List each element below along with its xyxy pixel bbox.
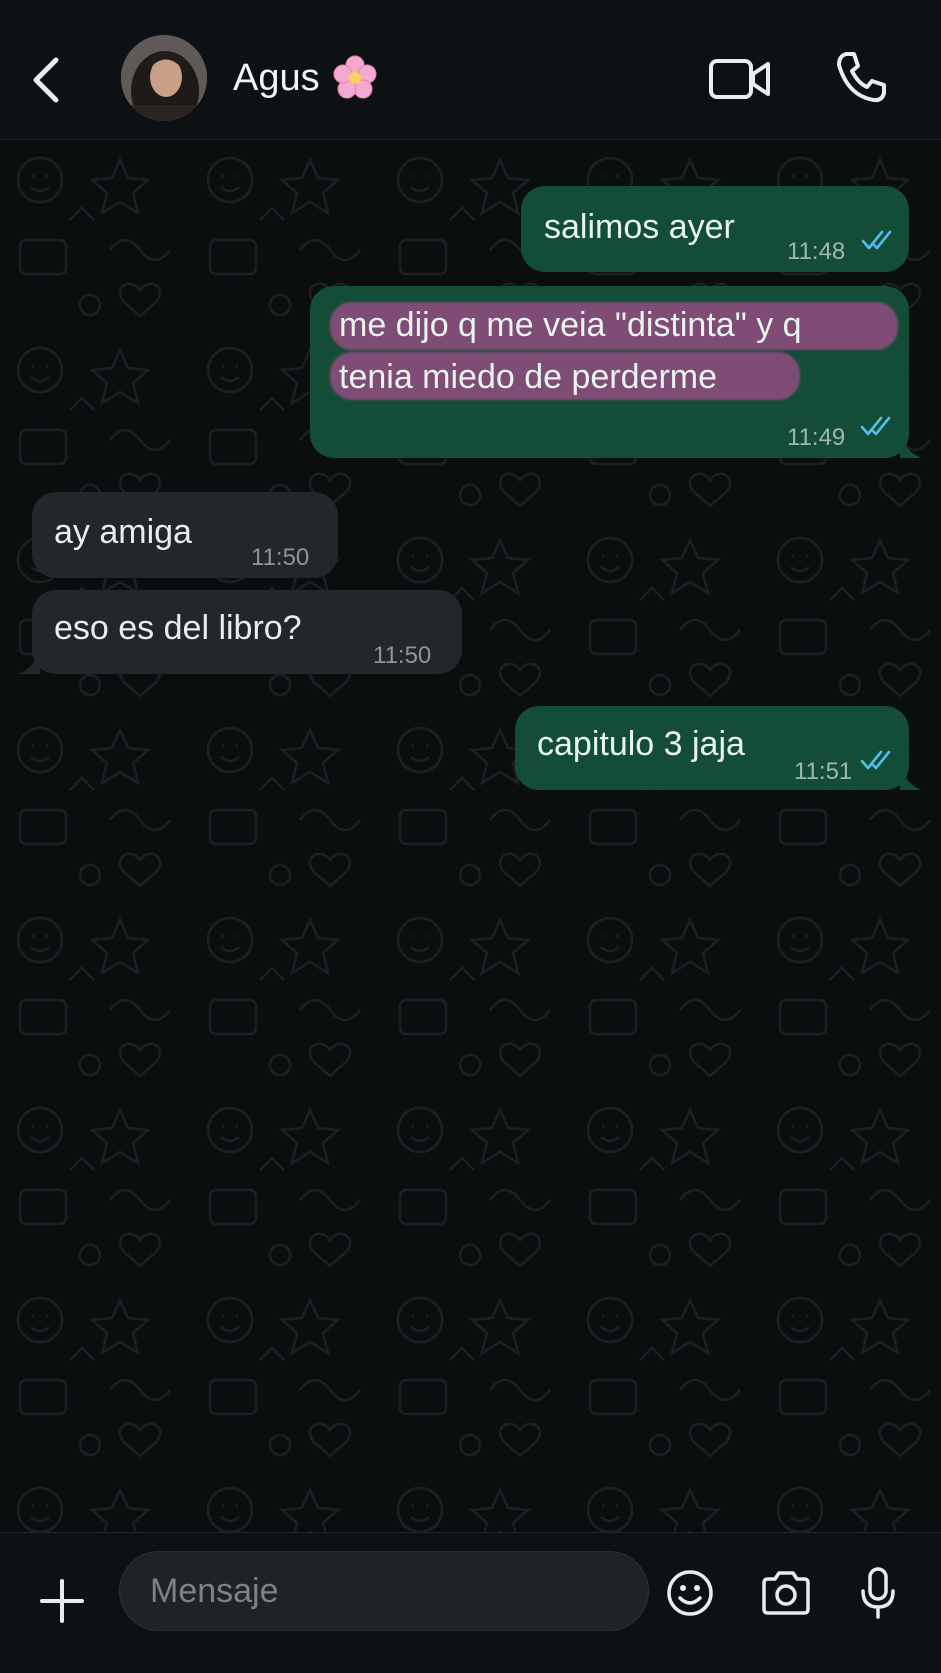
- message-text: capitulo 3 jaja: [537, 725, 745, 763]
- microphone-icon: [861, 1567, 895, 1619]
- message-text: eso es del libro?: [54, 609, 302, 647]
- bubble-tail: [18, 646, 40, 674]
- chat-area[interactable]: salimos ayer 11:48 me dijo q me veia "di…: [0, 140, 941, 1532]
- bubble-tail: [900, 430, 922, 458]
- composer-bar: [0, 1532, 941, 1673]
- video-call-button[interactable]: [708, 55, 772, 103]
- camera-button[interactable]: [760, 1571, 812, 1615]
- video-camera-icon: [709, 59, 770, 99]
- message-time: 11:50: [251, 544, 310, 571]
- voice-note-button[interactable]: [860, 1567, 896, 1619]
- sticker-button[interactable]: [666, 1569, 714, 1617]
- outgoing-message[interactable]: salimos ayer 11:48: [521, 186, 909, 272]
- message-text: salimos ayer: [544, 208, 735, 246]
- outgoing-message-highlighted[interactable]: me dijo q me veia "distinta" y q tenia m…: [310, 286, 909, 458]
- incoming-message[interactable]: eso es del libro? 11:50: [32, 590, 462, 674]
- cherry-blossom-icon: [333, 55, 377, 99]
- chat-header: Agus: [0, 0, 941, 140]
- message-input[interactable]: [119, 1551, 649, 1631]
- camera-icon: [762, 1571, 810, 1615]
- message-time: 11:50: [373, 642, 432, 669]
- voice-call-button[interactable]: [834, 50, 888, 104]
- chevron-left-icon: [33, 57, 59, 103]
- read-receipt-icon: [861, 230, 892, 250]
- read-receipt-icon: [860, 416, 891, 436]
- outgoing-message[interactable]: capitulo 3 jaja 11:51: [515, 706, 909, 790]
- smiley-icon: [667, 1570, 713, 1616]
- message-text-line: me dijo q me veia "distinta" y q: [339, 306, 802, 344]
- read-receipt-icon: [860, 750, 891, 770]
- attach-button[interactable]: [38, 1577, 86, 1625]
- bubble-tail: [900, 762, 922, 790]
- message-time: 11:48: [787, 238, 846, 265]
- message-text-line: tenia miedo de perderme: [339, 358, 718, 396]
- message-time: 11:49: [787, 424, 846, 451]
- contact-name[interactable]: Agus: [233, 55, 378, 101]
- avatar-photo: [121, 35, 207, 121]
- back-button[interactable]: [26, 50, 70, 110]
- phone-icon: [837, 52, 886, 103]
- message-time: 11:51: [794, 758, 853, 785]
- avatar[interactable]: [121, 35, 207, 121]
- contact-name-text: Agus: [233, 56, 320, 99]
- message-text: ay amiga: [54, 513, 192, 551]
- incoming-message[interactable]: ay amiga 11:50: [32, 492, 338, 578]
- plus-icon: [40, 1579, 84, 1623]
